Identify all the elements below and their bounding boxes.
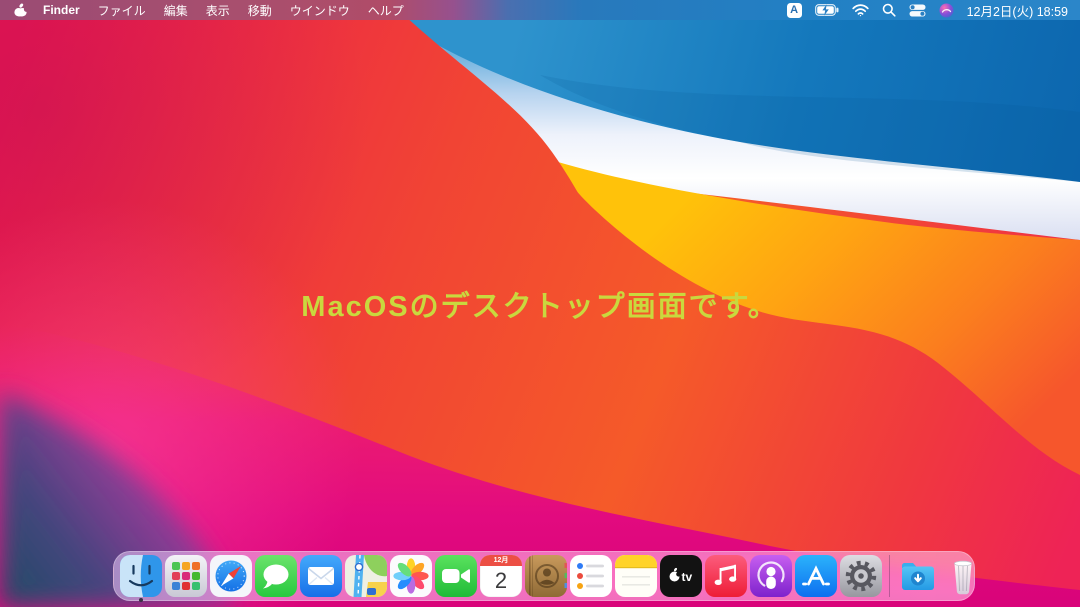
dock-photos[interactable] xyxy=(390,555,432,597)
menu-bar: Finder ファイル 編集 表示 移動 ウインドウ ヘルプ A xyxy=(0,0,1080,20)
control-center-icon[interactable] xyxy=(909,4,926,17)
dock-messages[interactable] xyxy=(255,555,297,597)
menu-edit[interactable]: 編集 xyxy=(164,2,188,19)
battery-charging-icon[interactable] xyxy=(815,3,839,17)
dock-tv[interactable]: tv xyxy=(660,555,702,597)
calendar-day-label: 2 xyxy=(480,566,522,596)
tv-icon-label: tv xyxy=(682,570,693,584)
dock-trash[interactable] xyxy=(942,555,984,597)
dock: 12月 2 xyxy=(113,551,975,601)
menu-help[interactable]: ヘルプ xyxy=(368,2,404,19)
dock-safari[interactable] xyxy=(210,555,252,597)
dock-music[interactable] xyxy=(705,555,747,597)
dock-podcasts[interactable] xyxy=(750,555,792,597)
dock-notes[interactable] xyxy=(615,555,657,597)
dock-mail[interactable] xyxy=(300,555,342,597)
calendar-month-label: 12月 xyxy=(480,555,522,566)
dock-system-preferences[interactable] xyxy=(840,555,882,597)
menu-bar-left: Finder ファイル 編集 表示 移動 ウインドウ ヘルプ xyxy=(0,2,422,19)
menu-window[interactable]: ウインドウ xyxy=(290,2,350,19)
macos-desktop: MacOSのデスクトップ画面です。 Finder ファイル 編集 表示 移動 ウ… xyxy=(0,0,1080,607)
dock-facetime[interactable] xyxy=(435,555,477,597)
dock-finder[interactable] xyxy=(120,555,162,597)
spotlight-search-icon[interactable] xyxy=(882,3,896,17)
menu-bar-clock[interactable]: 12月2日(火) 18:59 xyxy=(967,1,1068,20)
dock-separator xyxy=(889,555,890,597)
input-source-badge[interactable]: A xyxy=(787,3,802,18)
dock-contacts[interactable] xyxy=(525,555,567,597)
siri-icon[interactable] xyxy=(939,3,954,18)
menu-file[interactable]: ファイル xyxy=(98,2,146,19)
dock-reminders[interactable] xyxy=(570,555,612,597)
desktop-caption: MacOSのデスクトップ画面です。 xyxy=(0,283,1080,325)
menu-finder[interactable]: Finder xyxy=(43,3,80,17)
menu-view[interactable]: 表示 xyxy=(206,2,230,19)
apple-menu-icon[interactable] xyxy=(14,3,27,18)
dock-calendar[interactable]: 12月 2 xyxy=(480,555,522,597)
wifi-icon[interactable] xyxy=(852,4,869,17)
menu-bar-status: A xyxy=(787,1,1080,20)
dock-launchpad[interactable] xyxy=(165,555,207,597)
dock-downloads[interactable] xyxy=(897,555,939,597)
menu-go[interactable]: 移動 xyxy=(248,2,272,19)
dock-maps[interactable] xyxy=(345,555,387,597)
dock-app-store[interactable] xyxy=(795,555,837,597)
